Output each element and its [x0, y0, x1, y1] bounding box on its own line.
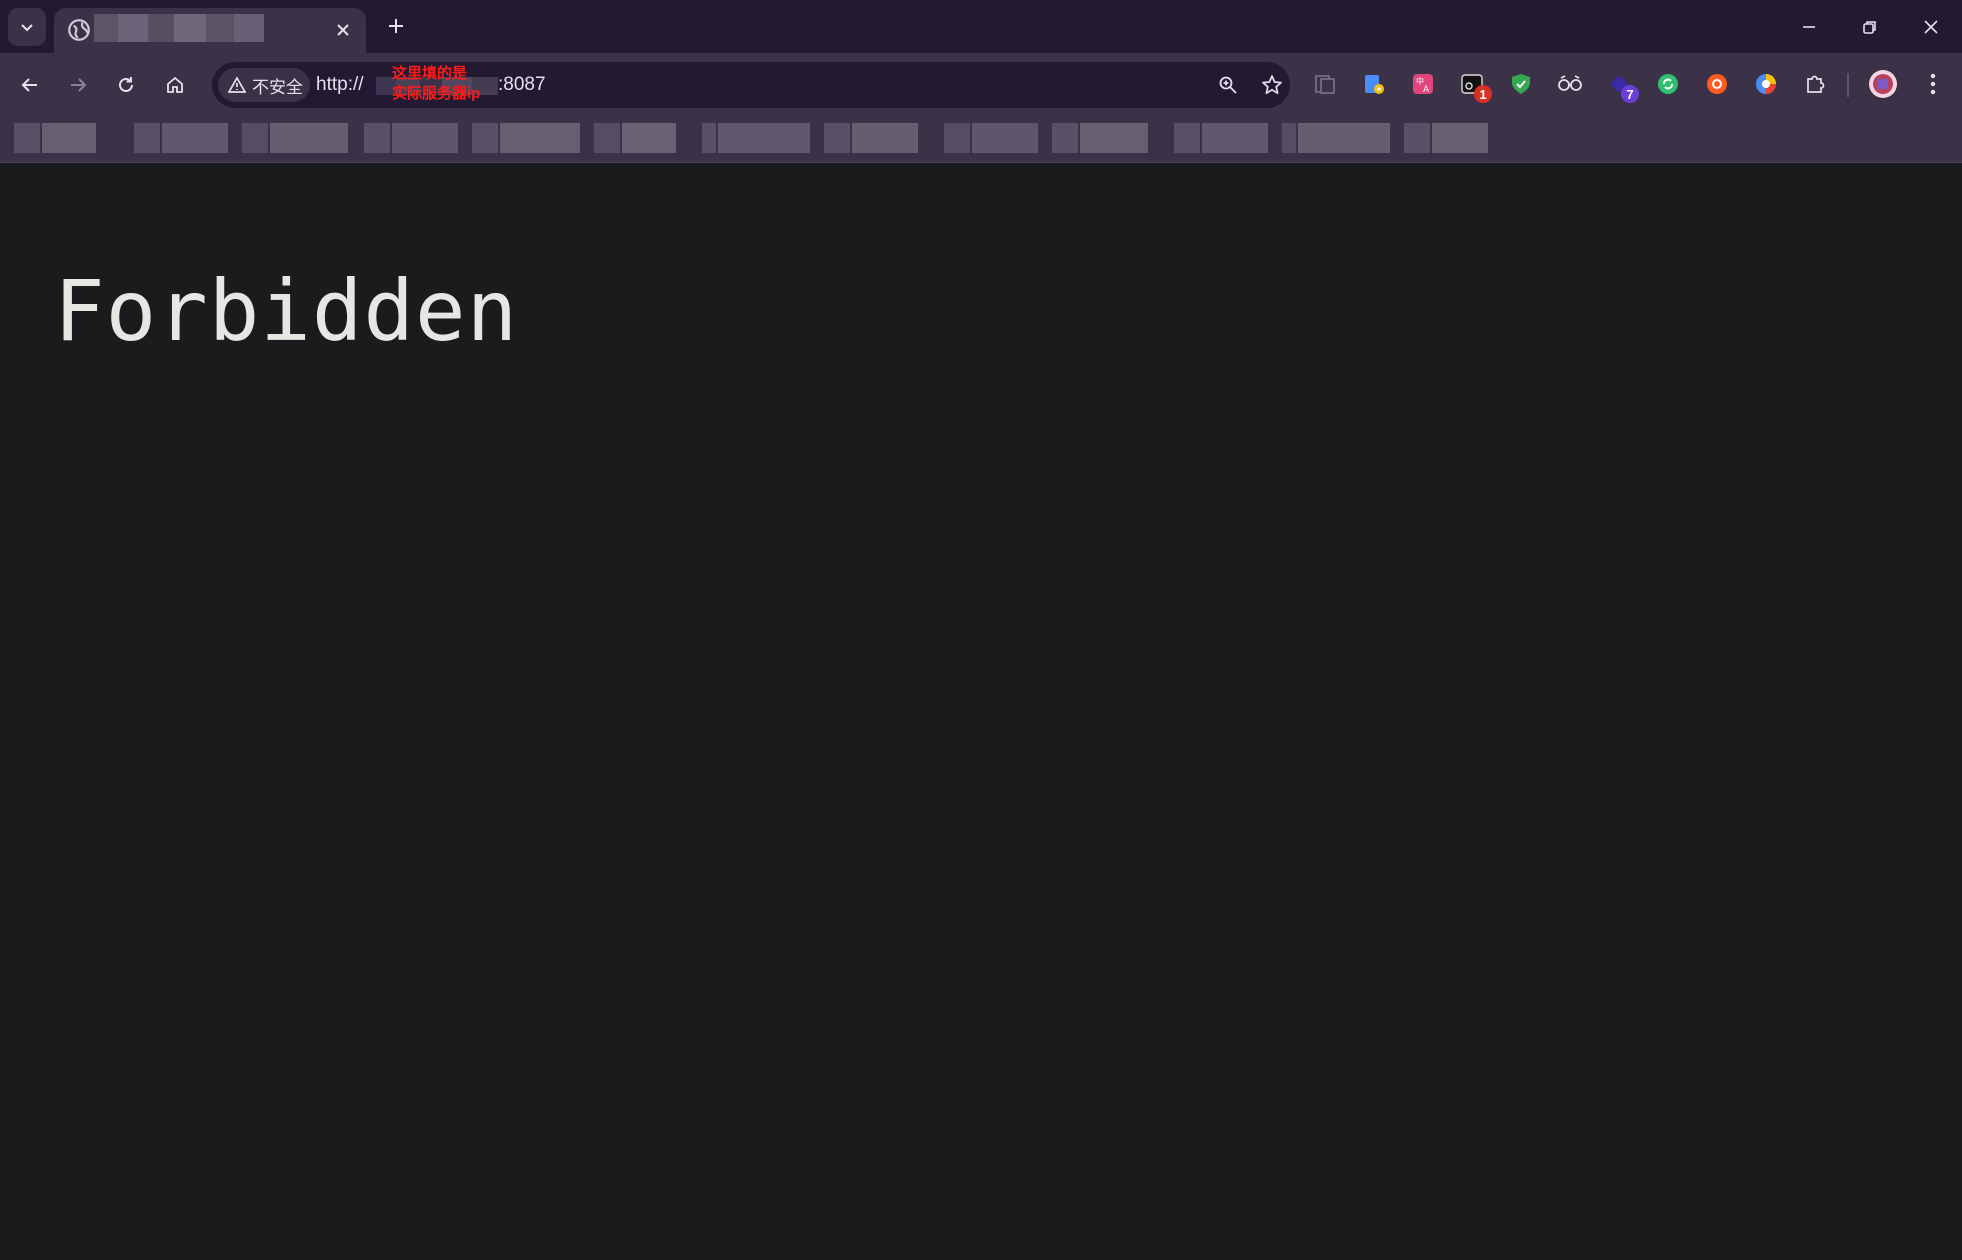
avatar — [1869, 70, 1897, 98]
bookmark-item[interactable] — [824, 123, 918, 153]
tab-search-button[interactable] — [8, 8, 46, 46]
plus-icon — [389, 19, 403, 33]
glasses-extension[interactable] — [1553, 67, 1587, 101]
bookmark-item[interactable] — [1282, 123, 1390, 153]
star-icon — [1262, 75, 1282, 95]
bookmark-item[interactable] — [702, 123, 810, 153]
bookmark-item[interactable] — [944, 123, 1038, 153]
green-refresh-extension[interactable] — [1651, 67, 1685, 101]
arrow-right-icon — [71, 78, 87, 92]
bookmark-item[interactable] — [134, 123, 228, 153]
bookmark-item[interactable] — [14, 123, 96, 153]
toolbar: 不安全 http:// :8087 这里填的是 实际服务器ip 中A 1 7 — [0, 53, 1962, 117]
bookmark-item[interactable] — [1404, 123, 1488, 153]
bookmark-item[interactable] — [242, 123, 348, 153]
glasses-icon — [1558, 75, 1582, 91]
purple-extension[interactable]: 7 — [1602, 67, 1639, 103]
security-chip[interactable]: 不安全 — [218, 68, 310, 102]
extension-badge: 7 — [1621, 85, 1639, 103]
profile-button[interactable] — [1866, 67, 1900, 101]
close-window-button[interactable] — [1901, 0, 1961, 53]
colorful-extension[interactable] — [1749, 67, 1783, 101]
minimize-icon — [1803, 25, 1815, 28]
reload-button[interactable] — [106, 65, 146, 105]
bookmark-item[interactable] — [1052, 123, 1148, 153]
zoom-icon — [1219, 76, 1237, 94]
active-tab[interactable] — [54, 8, 366, 54]
bookmark-item[interactable] — [472, 123, 580, 153]
security-chip-label: 不安全 — [252, 77, 303, 97]
page-content: Forbidden — [0, 164, 1962, 1260]
translate-doc-icon — [1365, 75, 1384, 94]
back-button[interactable] — [10, 65, 50, 105]
green-refresh-icon — [1658, 74, 1678, 94]
url-port: :8087 — [498, 74, 546, 95]
orange-extension[interactable] — [1700, 67, 1734, 101]
globe-icon — [68, 19, 90, 41]
shield-extension[interactable] — [1504, 67, 1538, 101]
page-heading: Forbidden — [54, 262, 519, 360]
bookmark-star-button[interactable] — [1256, 69, 1288, 101]
extensions-menu-button[interactable] — [1798, 67, 1832, 101]
tab-title-redacted — [94, 14, 284, 42]
svg-text:A: A — [1423, 85, 1430, 95]
extension-badge: 1 — [1474, 85, 1492, 103]
annotation-line: 实际服务器ip — [392, 85, 481, 102]
forward-button[interactable] — [58, 65, 98, 105]
title-bar — [0, 0, 1962, 54]
reading-list-extension[interactable] — [1308, 67, 1342, 101]
new-tab-button[interactable] — [380, 10, 412, 42]
address-bar[interactable]: 不安全 http:// :8087 这里填的是 实际服务器ip — [212, 62, 1290, 108]
browser-menu-button[interactable] — [1916, 67, 1950, 101]
colorful-circle-icon — [1756, 74, 1776, 94]
home-button[interactable] — [155, 65, 195, 105]
home-icon — [167, 76, 183, 93]
bookmark-item[interactable] — [364, 123, 458, 153]
orange-extension-icon — [1707, 74, 1727, 94]
translate-icon: 中A — [1413, 74, 1433, 95]
screenshot-extension[interactable]: 1 — [1455, 67, 1492, 103]
annotation-line: 这里填的是 — [392, 65, 468, 82]
reading-list-icon — [1315, 75, 1335, 94]
chevron-down-icon — [21, 24, 33, 32]
toolbar-separator — [1847, 73, 1849, 97]
bookmark-item[interactable] — [594, 123, 676, 153]
close-icon — [337, 24, 349, 36]
bookmarks-bar — [0, 117, 1962, 163]
bookmark-item[interactable] — [1174, 123, 1268, 153]
reload-icon — [119, 77, 133, 92]
url-scheme: http:// — [316, 74, 364, 95]
arrow-left-icon — [21, 78, 37, 92]
minimize-button[interactable] — [1779, 0, 1839, 53]
restore-button[interactable] — [1840, 0, 1900, 53]
close-icon — [1924, 19, 1938, 34]
tab-close-button[interactable] — [330, 17, 356, 43]
translate-doc-extension[interactable] — [1357, 67, 1391, 101]
translate-extension[interactable]: 中A — [1406, 67, 1440, 101]
puzzle-icon — [1807, 75, 1825, 93]
warning-icon — [228, 76, 246, 93]
annotation-note: 这里填的是 实际服务器ip — [392, 64, 480, 104]
more-vertical-icon — [1930, 73, 1936, 95]
shield-check-icon — [1512, 74, 1530, 94]
zoom-button[interactable] — [1212, 69, 1244, 101]
url-text[interactable]: http:// — [316, 62, 364, 108]
restore-icon — [1863, 20, 1876, 34]
